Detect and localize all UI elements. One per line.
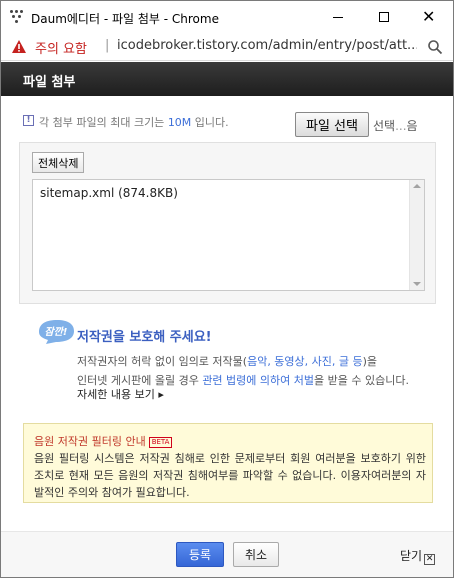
list-item[interactable]: sitemap.xml (874.8KB): [40, 186, 178, 200]
address-separator: |: [105, 38, 110, 53]
dialog-footer: 등록 취소 닫기 ✕: [1, 531, 453, 577]
max-size-value: 10M: [167, 116, 192, 129]
filtering-title: 음원 저작권 필터링 안내 BETA: [34, 433, 173, 449]
close-label: 닫기: [400, 549, 423, 563]
copyright-line-1-end: )을: [362, 355, 378, 368]
close-box-icon: ✕: [424, 554, 436, 565]
dialog-header: 파일 첨부: [1, 62, 453, 96]
window-title: Daum에디터 - 파일 첨부 - Chrome: [31, 12, 219, 26]
filtering-title-text: 음원 저작권 필터링 안내: [34, 435, 146, 448]
minimize-button[interactable]: [315, 1, 361, 34]
music-filtering-notice: 음원 저작권 필터링 안내 BETA 음원 필터링 시스템은 저작권 침해로 인한…: [23, 423, 433, 503]
notice-text-before: 각 첨부 파일의 최대 크기는: [39, 116, 168, 129]
file-list-panel: 전체삭제 sitemap.xml (874.8KB): [19, 142, 436, 304]
notice-text-after: 입니다.: [191, 116, 229, 129]
max-size-notice: 각 첨부 파일의 최대 크기는 10M 입니다.: [39, 114, 229, 130]
copyright-line-2-end: 을 받을 수 있습니다.: [314, 374, 409, 387]
cancel-button[interactable]: 취소: [233, 542, 279, 567]
copyright-title: 저작권을 보호해 주세요!: [77, 330, 212, 345]
register-button[interactable]: 등록: [176, 542, 224, 567]
status-suffix: 음: [406, 119, 418, 133]
title-bar: Daum에디터 - 파일 첨부 - Chrome ✕: [1, 1, 453, 34]
window-close-button[interactable]: ✕: [407, 1, 453, 34]
warning-icon: [12, 40, 26, 53]
copyright-works-highlight: 음악, 동영상, 사진, 글 등: [247, 355, 363, 368]
security-warning-label[interactable]: 주의 요함: [35, 38, 87, 57]
address-bar: 주의 요함 | icodebroker.tistory.com/admin/en…: [1, 34, 453, 61]
url-text: icodebroker.tistory.com/admin/entry/post…: [117, 38, 417, 53]
copyright-law-highlight: 관련 법령에 의하여 처벌: [202, 374, 315, 387]
scroll-up-icon[interactable]: [413, 184, 421, 188]
maximize-icon: [379, 12, 389, 22]
beta-badge: BETA: [148, 437, 173, 448]
close-icon: ✕: [422, 7, 436, 26]
copyright-line-1-text: 저작권자의 허락 없이 임의로 저작물(: [77, 355, 248, 368]
status-ellipsis: ...: [395, 119, 407, 133]
dialog-title: 파일 첨부: [23, 75, 76, 90]
badge-text: 잠깐!: [45, 326, 68, 338]
delete-all-button[interactable]: 전체삭제: [32, 152, 85, 173]
zoom-icon[interactable]: [427, 39, 443, 55]
status-prefix: 선택: [373, 119, 396, 133]
filtering-message: 음원 필터링 시스템은 저작권 침해로 인한 문제로부터 회원 여러분을 보호하…: [34, 452, 426, 499]
scroll-down-icon[interactable]: [413, 282, 421, 286]
file-select-button[interactable]: 파일 선택: [295, 112, 369, 137]
maximize-button[interactable]: [361, 1, 407, 34]
popup-window: Daum에디터 - 파일 첨부 - Chrome ✕ 주의 요함 | icode…: [0, 0, 454, 578]
info-icon: !: [23, 115, 34, 126]
attached-file-list[interactable]: sitemap.xml (874.8KB): [32, 179, 425, 291]
file-select-status: 선택...음: [373, 117, 418, 134]
copyright-message: 저작권자의 허락 없이 임의로 저작물(음악, 동영상, 사진, 글 등)을 인…: [77, 352, 447, 390]
wait-badge-icon: 잠깐!: [37, 319, 75, 345]
copyright-line-1: 저작권자의 허락 없이 임의로 저작물(음악, 동영상, 사진, 글 등)을: [77, 352, 447, 371]
view-details-link[interactable]: 자세한 내용 보기 ▸: [77, 386, 164, 402]
scrollbar[interactable]: [409, 180, 424, 290]
close-dialog-button[interactable]: 닫기 ✕: [400, 547, 436, 565]
minimize-icon: [333, 17, 343, 18]
daum-app-icon: [9, 9, 23, 23]
